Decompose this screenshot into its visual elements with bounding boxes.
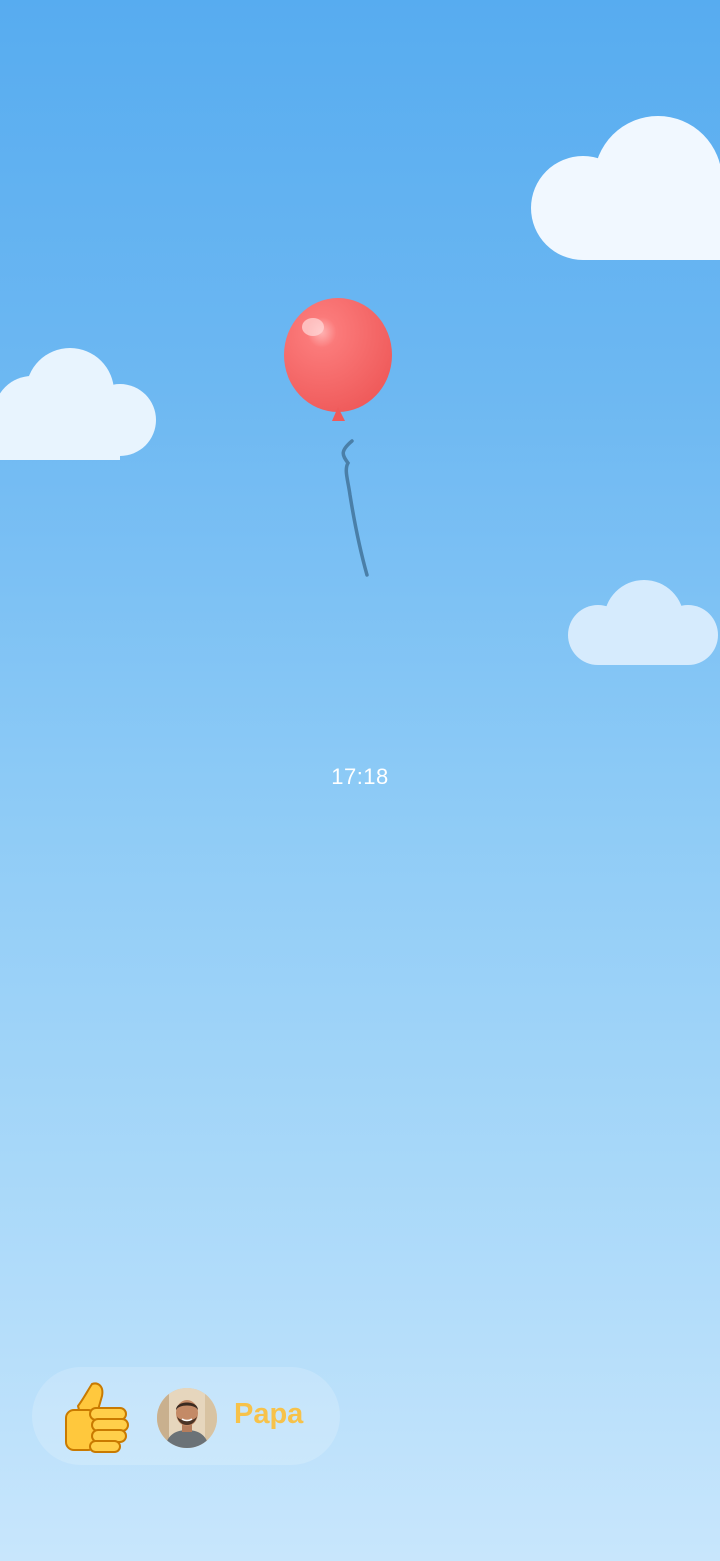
sender-name: Papa	[234, 1398, 304, 1430]
time-label: 17:18	[331, 764, 389, 789]
balloon[interactable]	[280, 295, 400, 585]
thumbs-up-icon	[60, 1380, 132, 1456]
sky-background: 17:18 Papa	[0, 0, 720, 1561]
cloud-top-right	[528, 108, 720, 268]
cloud-right	[568, 580, 720, 670]
cloud-left	[0, 348, 160, 463]
sender-avatar[interactable]	[157, 1388, 217, 1448]
